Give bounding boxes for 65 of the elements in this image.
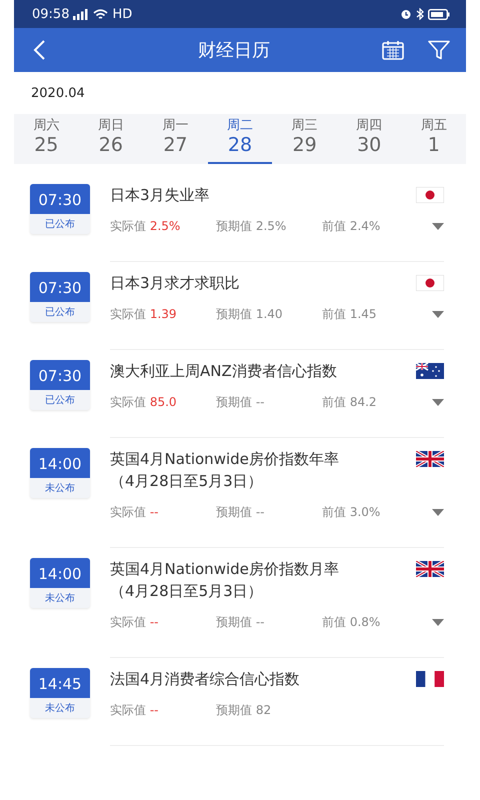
day-tab[interactable]: 周六 25: [14, 114, 79, 164]
forecast-value: 预期值 1.40: [216, 306, 284, 323]
event-time: 14:45: [30, 668, 90, 698]
month-label: 2020.04: [30, 84, 86, 102]
previous-value: 前值 3.0%: [322, 504, 382, 521]
day-tab[interactable]: 周二 28: [208, 114, 272, 164]
flag-icon: [416, 671, 444, 687]
previous-value: 前值 2.4%: [322, 218, 382, 235]
event-time: 07:30: [30, 184, 90, 214]
flag-icon: [416, 275, 444, 291]
day-tab[interactable]: 周一 27: [143, 114, 208, 164]
event-title[interactable]: 日本3月失业率: [110, 184, 210, 206]
actual-value: 实际值 2.5%: [110, 218, 182, 235]
forecast-value: 预期值 --: [216, 614, 266, 631]
release-status: 未公布: [44, 482, 76, 496]
alarm-icon: [400, 8, 412, 20]
previous-value: 前值 0.8%: [322, 614, 382, 631]
event-time: 07:30: [30, 272, 90, 302]
previous-value: 前值 84.2: [322, 394, 378, 411]
caret-icon[interactable]: [432, 399, 444, 406]
caret-icon[interactable]: [432, 311, 444, 318]
event-time: 14:00: [30, 558, 90, 588]
page-title: 财经日历: [197, 39, 271, 62]
release-status: 已公布: [44, 306, 76, 320]
day-tab[interactable]: 周日 26: [78, 114, 144, 164]
actual-value: 实际值 --: [110, 702, 160, 719]
actual-value: 实际值 85.0: [110, 394, 178, 411]
previous-value: 前值 1.45: [322, 306, 378, 323]
bluetooth-icon: [416, 8, 424, 20]
event-title[interactable]: 英国4月Nationwide房价指数月率（4月28日至5月3日）: [110, 558, 355, 602]
event-time: 14:00: [30, 448, 90, 478]
filter-icon[interactable]: [428, 40, 450, 60]
caret-icon[interactable]: [432, 619, 444, 626]
caret-icon[interactable]: [432, 223, 444, 230]
back-icon[interactable]: [32, 39, 46, 61]
release-status: 已公布: [44, 218, 76, 232]
event-title[interactable]: 英国4月Nationwide房价指数年率（4月28日至5月3日）: [110, 448, 355, 492]
day-tab[interactable]: 周三 29: [272, 114, 337, 164]
calendar-icon[interactable]: [382, 40, 404, 60]
flag-icon: [416, 363, 444, 379]
event-time: 07:30: [30, 360, 90, 390]
battery-icon: [428, 8, 450, 20]
forecast-value: 预期值 2.5%: [216, 218, 288, 235]
event-title[interactable]: 澳大利亚上周ANZ消费者信心指数: [110, 360, 337, 382]
flag-icon: [416, 451, 444, 467]
event-title[interactable]: 日本3月求才求职比: [110, 272, 240, 294]
event-title[interactable]: 法国4月消费者综合信心指数: [110, 668, 300, 690]
actual-value: 实际值 --: [110, 614, 160, 631]
release-status: 未公布: [44, 702, 76, 716]
signal-icon: [73, 8, 90, 20]
forecast-value: 预期值 --: [216, 394, 266, 411]
forecast-value: 预期值 82: [216, 702, 272, 719]
forecast-value: 预期值 --: [216, 504, 266, 521]
wifi-icon: [93, 8, 108, 20]
release-status: 未公布: [44, 592, 76, 606]
caret-icon[interactable]: [432, 509, 444, 516]
day-tab[interactable]: 周五 1: [401, 114, 466, 164]
release-status: 已公布: [44, 394, 76, 408]
day-tab[interactable]: 周四 30: [336, 114, 402, 164]
network-label: HD: [112, 6, 132, 22]
actual-value: 实际值 --: [110, 504, 160, 521]
actual-value: 实际值 1.39: [110, 306, 178, 323]
flag-icon: [416, 187, 444, 203]
status-time: 09:58: [32, 6, 70, 22]
flag-icon: [416, 561, 444, 577]
